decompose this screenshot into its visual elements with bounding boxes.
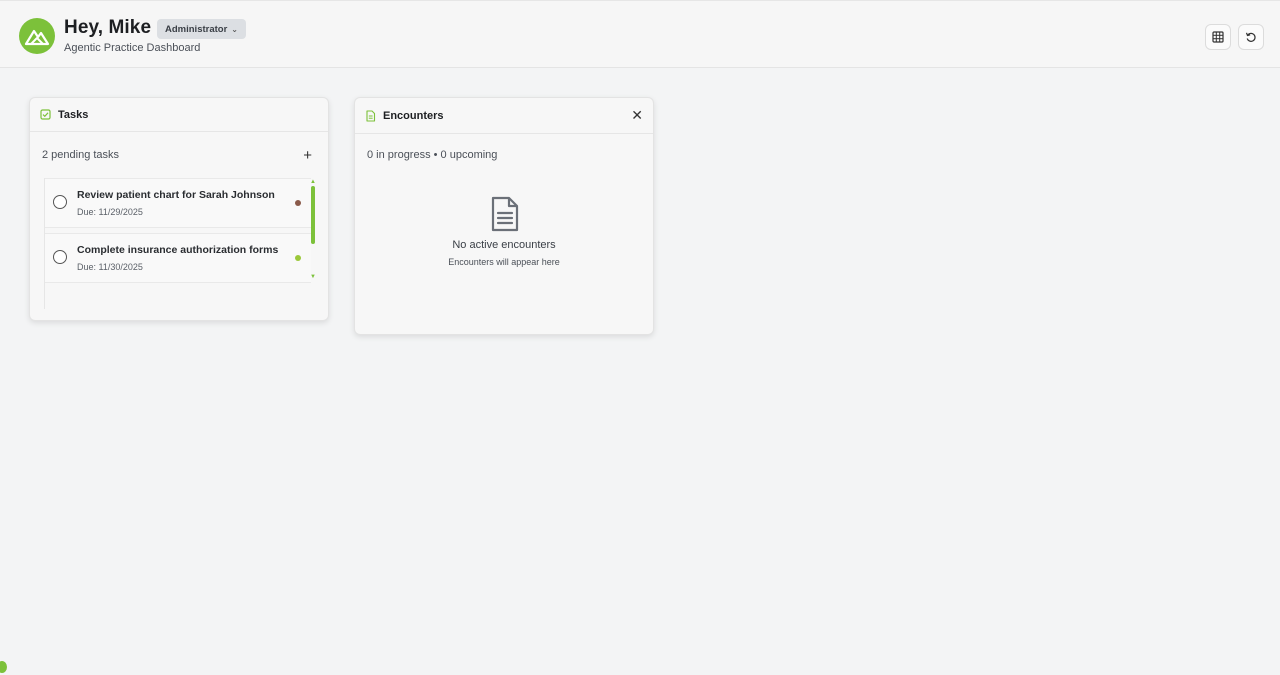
checkbox-icon xyxy=(40,109,51,120)
encounters-widget: Encounters ✕ 0 in progress • 0 upcoming … xyxy=(354,97,654,335)
close-icon[interactable]: ✕ xyxy=(631,107,643,124)
reset-layout-button[interactable] xyxy=(1238,24,1264,50)
scroll-down-arrow-icon[interactable]: ▼ xyxy=(310,274,316,280)
mountain-logo-icon xyxy=(24,29,50,46)
task-title: Review patient chart for Sarah Johnson xyxy=(77,189,275,201)
tasks-widget: Tasks 2 pending tasks + Review patient c… xyxy=(29,97,329,321)
task-title: Complete insurance authorization forms xyxy=(77,244,279,256)
brand-logo xyxy=(19,18,55,54)
role-dropdown[interactable]: Administrator ⌄ xyxy=(157,19,246,39)
empty-document-icon xyxy=(491,196,519,232)
encounters-status: 0 in progress • 0 upcoming xyxy=(367,149,498,161)
assistant-launcher-icon[interactable] xyxy=(0,661,7,673)
grid-icon xyxy=(1212,31,1224,43)
greeting-title: Hey, Mike xyxy=(64,17,152,38)
tasks-widget-title: Tasks xyxy=(58,108,89,121)
chevron-down-icon: ⌄ xyxy=(231,24,238,34)
encounters-widget-title: Encounters xyxy=(383,109,444,122)
scrollbar-thumb[interactable] xyxy=(311,186,315,244)
add-task-button[interactable]: + xyxy=(303,147,312,164)
task-item[interactable]: Complete insurance authorization forms D… xyxy=(45,233,311,283)
top-header: Hey, Mike Administrator ⌄ Agentic Practi… xyxy=(0,0,1280,68)
task-complete-checkbox[interactable] xyxy=(53,195,67,209)
empty-state-title: No active encounters xyxy=(452,239,556,251)
priority-dot xyxy=(295,255,301,261)
role-label: Administrator xyxy=(165,23,228,35)
document-icon xyxy=(366,109,376,122)
task-item[interactable]: Review patient chart for Sarah Johnson D… xyxy=(45,178,311,228)
task-due-date: Due: 11/29/2025 xyxy=(77,207,143,217)
refresh-icon xyxy=(1245,32,1256,42)
task-list-scrollbar[interactable]: ▲ ▼ xyxy=(310,179,316,280)
tasks-widget-header[interactable]: Tasks xyxy=(30,98,328,132)
task-due-date: Due: 11/30/2025 xyxy=(77,262,143,272)
pending-tasks-count: 2 pending tasks xyxy=(42,149,120,161)
encounters-widget-header[interactable]: Encounters ✕ xyxy=(355,98,653,134)
priority-dot xyxy=(295,200,301,206)
dashboard-subtitle: Agentic Practice Dashboard xyxy=(64,42,201,54)
task-complete-checkbox[interactable] xyxy=(53,250,67,264)
empty-state-subtitle: Encounters will appear here xyxy=(448,257,560,267)
pending-tasks-row: 2 pending tasks + xyxy=(42,145,312,165)
scroll-up-arrow-icon[interactable]: ▲ xyxy=(310,179,316,185)
grid-view-button[interactable] xyxy=(1205,24,1231,50)
task-list: Review patient chart for Sarah Johnson D… xyxy=(44,178,316,309)
